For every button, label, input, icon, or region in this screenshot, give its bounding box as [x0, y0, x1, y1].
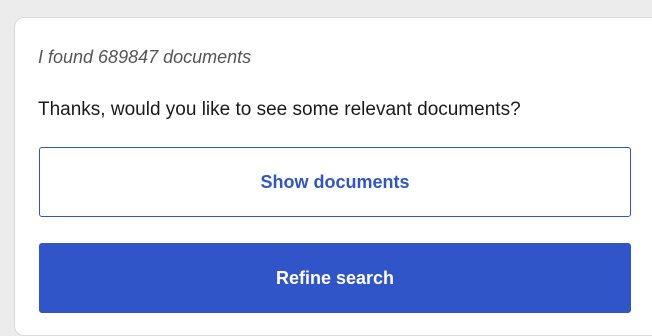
prompt-question-text: Thanks, would you like to see some relev…	[38, 99, 521, 120]
document-count-text: I found 689847 documents	[38, 47, 252, 67]
refine-search-button[interactable]: Refine search	[39, 243, 631, 313]
chat-message-card: I found 689847 documents Thanks, would y…	[14, 17, 652, 336]
show-documents-button[interactable]: Show documents	[39, 147, 631, 217]
